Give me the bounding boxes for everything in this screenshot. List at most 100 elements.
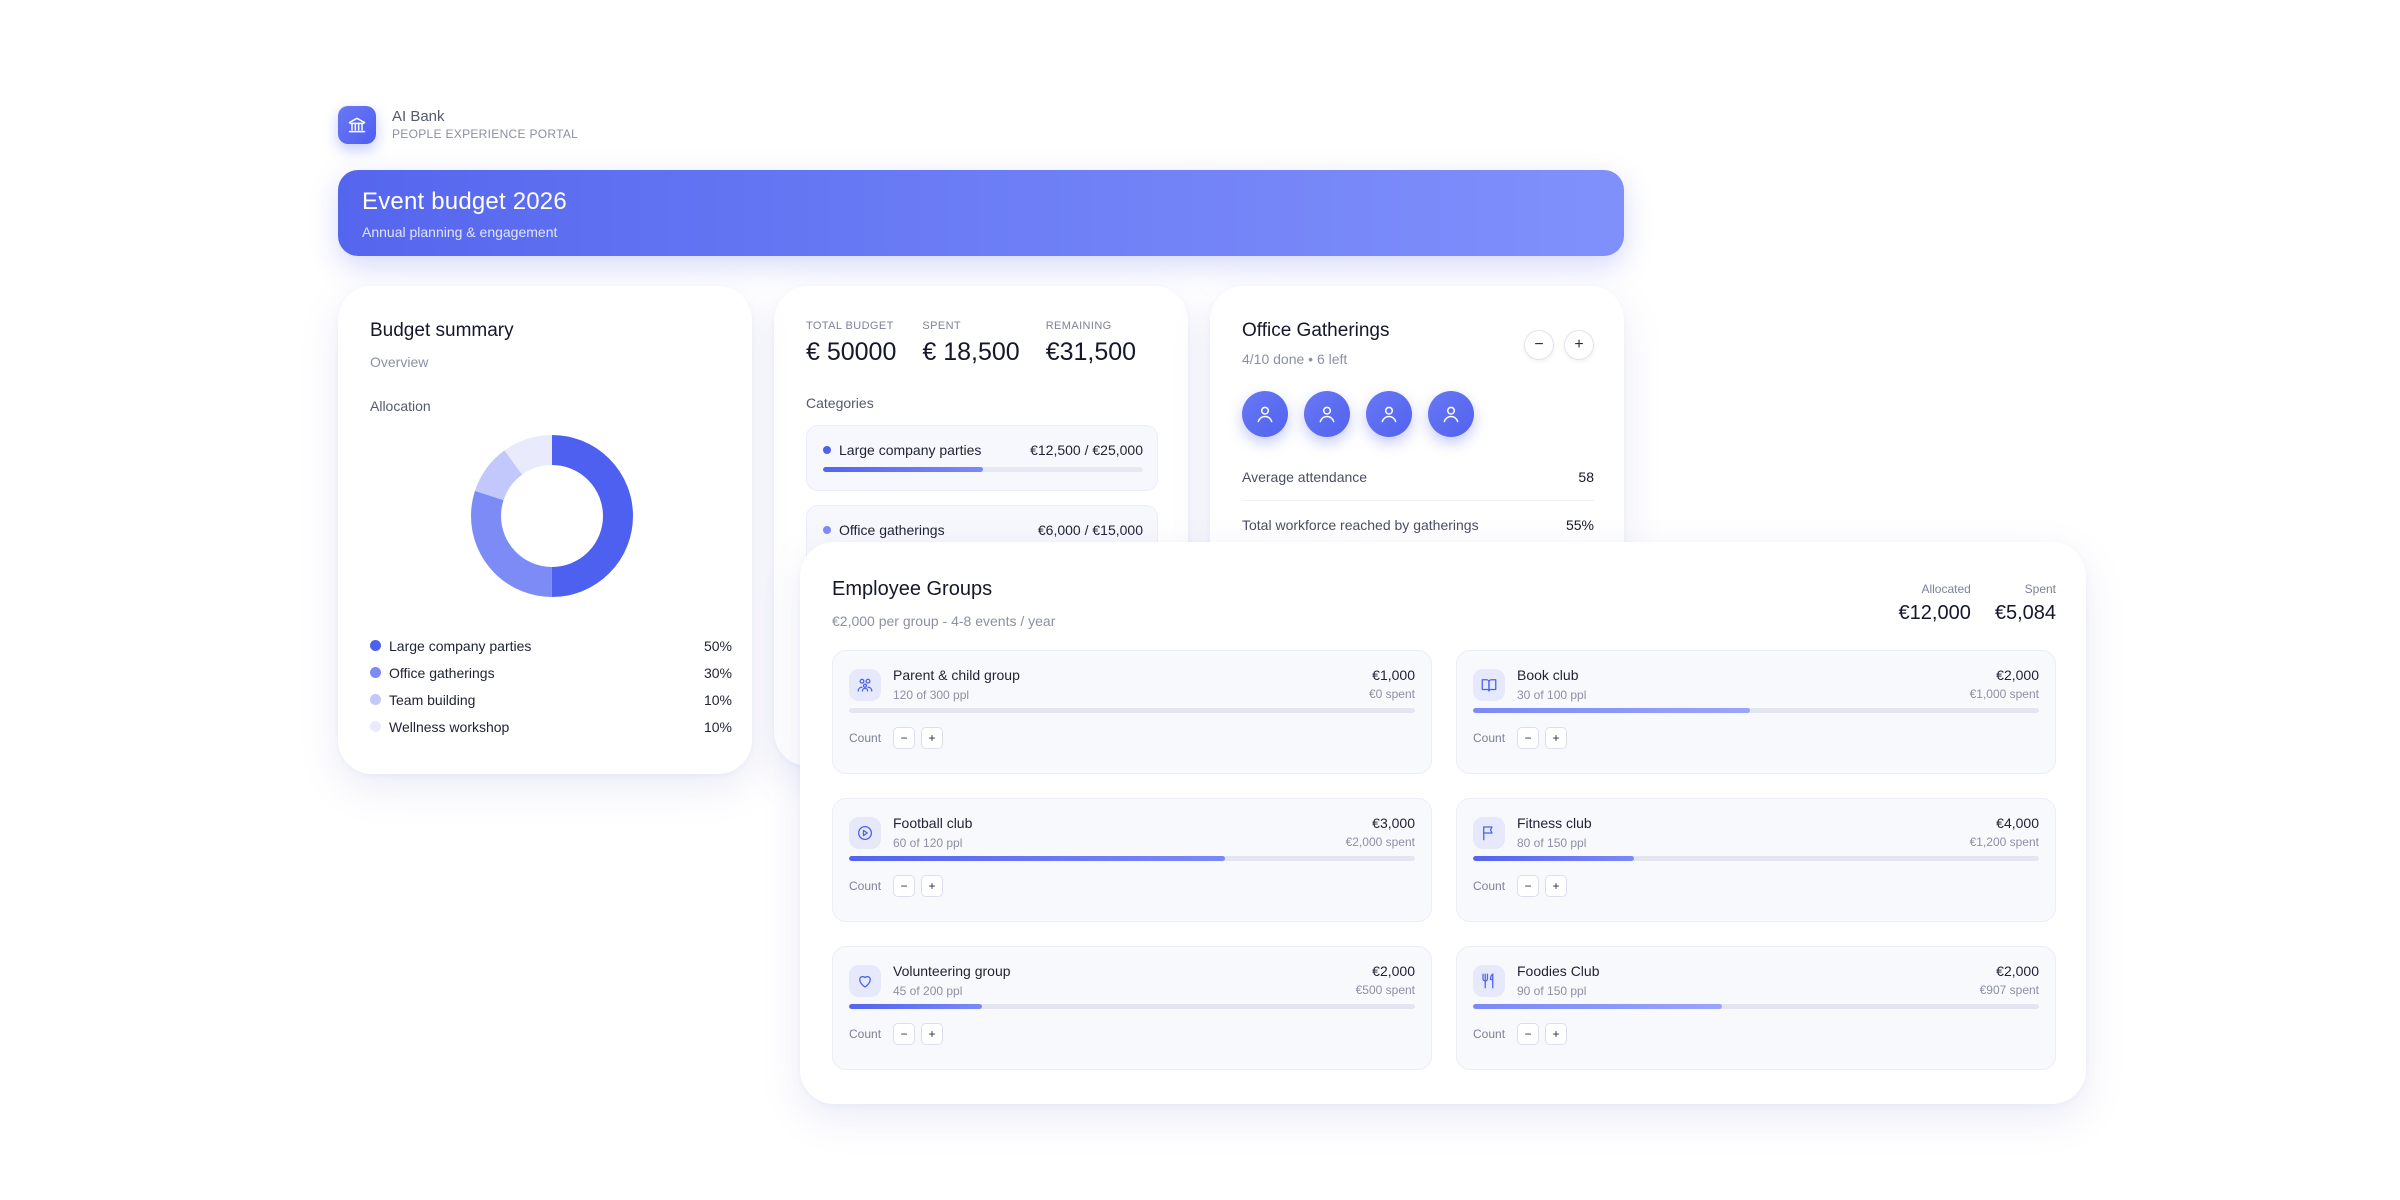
avatar[interactable]	[1428, 391, 1474, 437]
group-card[interactable]: Parent & child group 120 of 300 ppl €1,0…	[832, 650, 1432, 774]
group-budget: €1,000	[1372, 667, 1415, 683]
stat-spent-value: € 18,500	[922, 338, 1020, 366]
spent-value: €5,084	[1994, 602, 2056, 624]
count-control: Count − +	[1473, 875, 2039, 897]
flag-icon	[1473, 817, 1505, 849]
allocated-value: €12,000	[1898, 602, 1971, 624]
count-increment-button[interactable]: +	[1545, 727, 1568, 749]
group-spent: €1,200 spent	[1969, 835, 2039, 849]
category-dot	[823, 526, 831, 534]
categories-label: Categories	[806, 395, 874, 411]
legend-label: Team building	[389, 691, 476, 708]
avatar[interactable]	[1242, 391, 1288, 437]
allocated-label: Allocated	[1921, 582, 1971, 596]
stat-remaining: REMAINING €31,500	[1046, 320, 1136, 367]
group-progress	[1473, 856, 2039, 861]
group-budget: €3,000	[1372, 815, 1415, 831]
legend-dot	[370, 667, 381, 678]
legend-dot	[370, 721, 381, 732]
group-budget: €2,000	[1996, 667, 2039, 683]
metric-value: 55%	[1565, 516, 1594, 533]
group-name: Volunteering group	[893, 963, 1011, 979]
group-members: 90 of 150 ppl	[1517, 984, 1587, 998]
brand-subtitle: PEOPLE EXPERIENCE PORTAL	[392, 127, 579, 141]
count-increment-button[interactable]: +	[1545, 1023, 1568, 1045]
stat-total-value: € 50000	[806, 338, 897, 366]
count-decrement-button[interactable]: −	[1517, 1023, 1540, 1045]
stat-total: TOTAL BUDGET € 50000	[806, 320, 896, 367]
group-card[interactable]: Fitness club 80 of 150 ppl €4,000 €1,200…	[1456, 798, 2056, 922]
count-control: Count − +	[1473, 727, 2039, 749]
summary-title: Budget summary	[370, 320, 514, 341]
groups-grid: Parent & child group 120 of 300 ppl €1,0…	[832, 650, 2056, 1070]
legend-value: 10%	[703, 691, 732, 708]
count-control: Count − +	[849, 875, 1415, 897]
count-decrement-button[interactable]: −	[1517, 727, 1540, 749]
group-progress	[849, 856, 1415, 861]
group-progress	[849, 1004, 1415, 1009]
legend-value: 50%	[703, 637, 732, 654]
legend-item: Office gatherings 30%	[370, 659, 732, 686]
group-card[interactable]: Foodies Club 90 of 150 ppl €2,000 €907 s…	[1456, 946, 2056, 1070]
legend-label: Large company parties	[389, 637, 532, 654]
group-name: Foodies Club	[1517, 963, 1600, 979]
group-card[interactable]: Book club 30 of 100 ppl €2,000 €1,000 sp…	[1456, 650, 2056, 774]
allocation-donut	[470, 434, 634, 598]
avatar[interactable]	[1366, 391, 1412, 437]
increment-button[interactable]: +	[1564, 330, 1594, 360]
group-name: Fitness club	[1517, 815, 1592, 831]
legend-value: 30%	[703, 664, 732, 681]
stat-spent: SPENT € 18,500	[922, 320, 1019, 367]
count-label: Count	[849, 1027, 882, 1041]
metric-label: Average attendance	[1242, 468, 1368, 485]
legend-item: Large company parties 50%	[370, 632, 732, 659]
count-decrement-button[interactable]: −	[893, 875, 916, 897]
group-card[interactable]: Volunteering group 45 of 200 ppl €2,000 …	[832, 946, 1432, 1070]
group-members: 60 of 120 ppl	[893, 836, 963, 850]
group-progress	[849, 708, 1415, 713]
user-icon	[1443, 406, 1459, 423]
legend-dot	[370, 640, 381, 651]
count-label: Count	[849, 879, 882, 893]
decrement-button[interactable]: −	[1524, 330, 1554, 360]
allocated-summary: Allocated €12,000	[1899, 582, 1971, 625]
count-decrement-button[interactable]: −	[893, 727, 916, 749]
legend-item: Team building 10%	[370, 686, 732, 713]
legend-dot	[370, 694, 381, 705]
count-increment-button[interactable]: +	[921, 875, 944, 897]
group-members: 80 of 150 ppl	[1517, 836, 1587, 850]
avatar[interactable]	[1304, 391, 1350, 437]
user-icon	[1381, 406, 1397, 423]
group-spent: €907 spent	[1979, 983, 2039, 997]
legend-item: Wellness workshop 10%	[370, 713, 732, 740]
category-name: Office gatherings	[839, 522, 945, 538]
brand: AI Bank PEOPLE EXPERIENCE PORTAL	[338, 106, 578, 144]
spent-label: Spent	[2024, 582, 2056, 596]
count-label: Count	[849, 731, 882, 745]
metric-label: Total workforce reached by gatherings	[1242, 516, 1479, 533]
count-increment-button[interactable]: +	[1545, 875, 1568, 897]
count-decrement-button[interactable]: −	[1517, 875, 1540, 897]
stat-spent-label: SPENT	[922, 320, 962, 332]
utensils-icon	[1473, 965, 1505, 997]
groups-title: Employee Groups	[832, 578, 993, 600]
metric-value: 58	[1578, 468, 1594, 485]
count-increment-button[interactable]: +	[921, 1023, 944, 1045]
count-control: Count − +	[849, 727, 1415, 749]
count-label: Count	[1473, 731, 1506, 745]
group-spent: €0 spent	[1368, 687, 1415, 701]
legend-label: Office gatherings	[389, 664, 495, 681]
group-name: Parent & child group	[893, 667, 1020, 683]
category-item[interactable]: Large company parties €12,500 / €25,000	[806, 425, 1158, 491]
count-label: Count	[1473, 879, 1506, 893]
group-members: 120 of 300 ppl	[893, 688, 970, 702]
heart-icon	[849, 965, 881, 997]
group-progress	[1473, 708, 2039, 713]
book-icon	[1473, 669, 1505, 701]
group-members: 30 of 100 ppl	[1517, 688, 1587, 702]
group-card[interactable]: Football club 60 of 120 ppl €3,000 €2,00…	[832, 798, 1432, 922]
count-decrement-button[interactable]: −	[893, 1023, 916, 1045]
stat-remaining-label: REMAINING	[1045, 320, 1112, 332]
donut-chart	[471, 435, 633, 597]
count-increment-button[interactable]: +	[921, 727, 944, 749]
